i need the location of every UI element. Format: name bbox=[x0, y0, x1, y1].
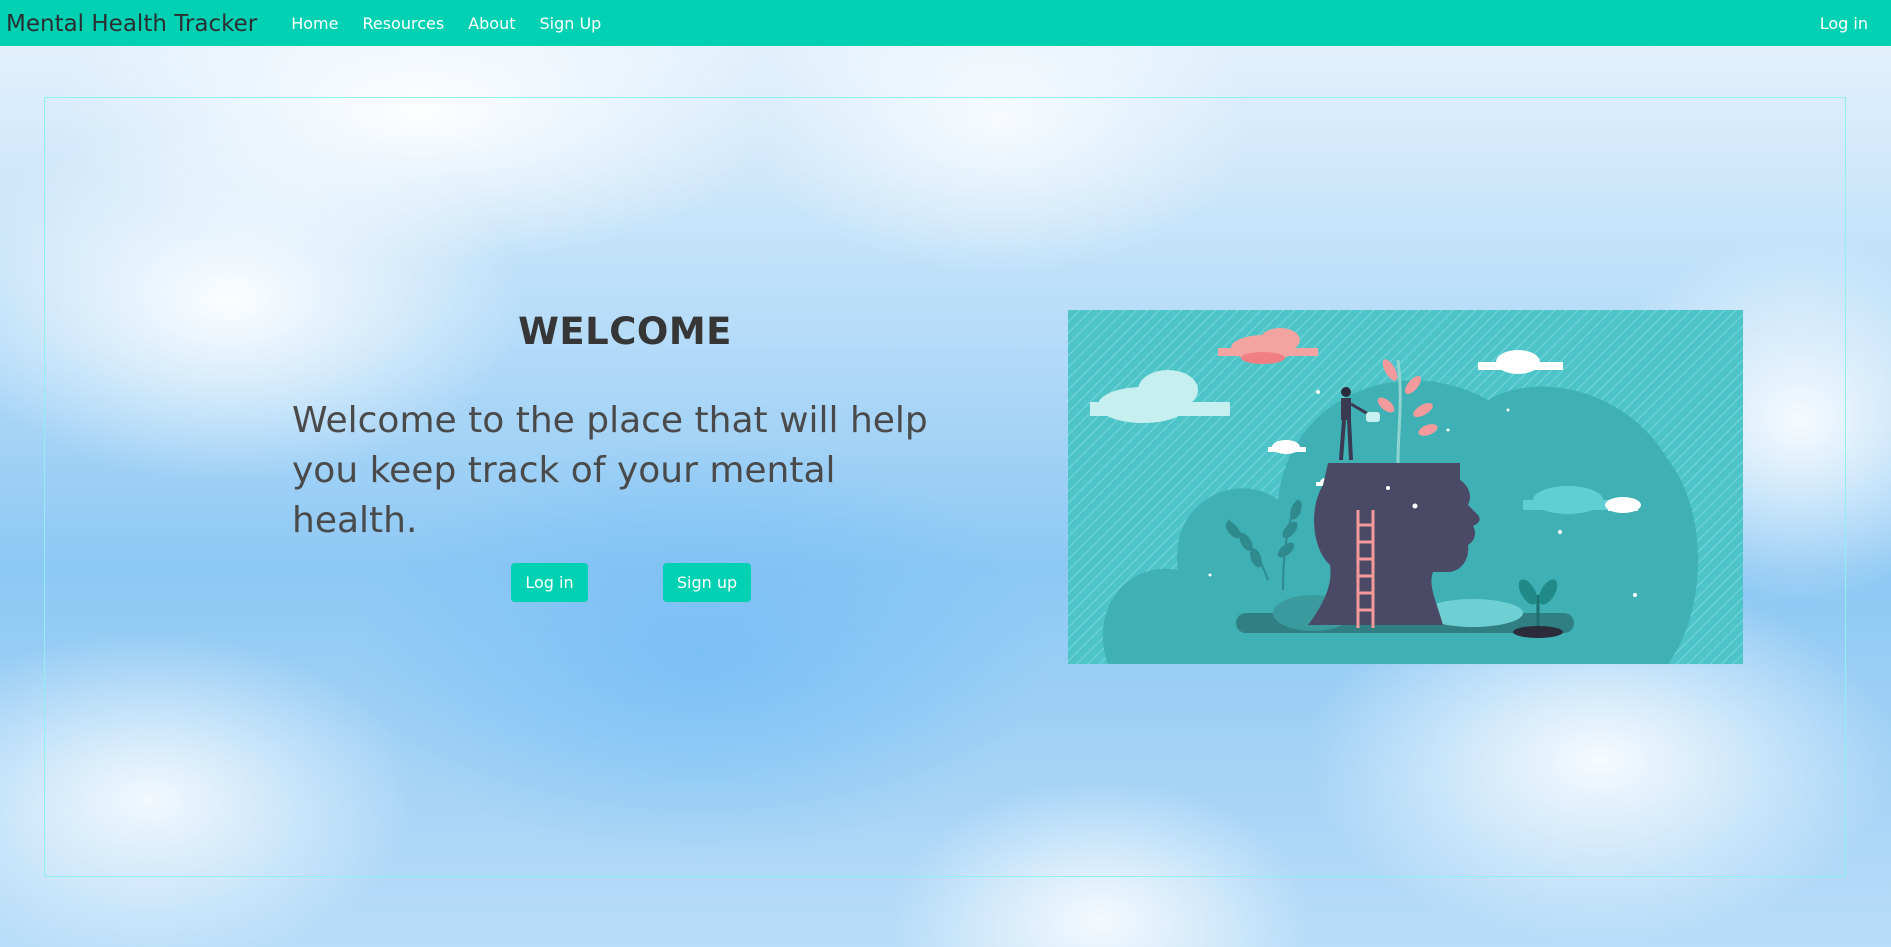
nav-login-link[interactable]: Log in bbox=[1820, 14, 1868, 33]
brand-logo[interactable]: Mental Health Tracker bbox=[6, 11, 257, 37]
nav-link-about[interactable]: About bbox=[456, 14, 527, 33]
nav-link-home[interactable]: Home bbox=[279, 14, 350, 33]
hero-text-block: WELCOME Welcome to the place that will h… bbox=[292, 310, 972, 546]
welcome-subtitle: Welcome to the place that will help you … bbox=[292, 400, 928, 541]
login-button[interactable]: Log in bbox=[511, 563, 588, 602]
nav-link-sign-up[interactable]: Sign Up bbox=[527, 14, 613, 33]
nav-link-resources[interactable]: Resources bbox=[350, 14, 456, 33]
head-plant-illustration-svg bbox=[1068, 310, 1743, 664]
signup-button[interactable]: Sign up bbox=[663, 563, 751, 602]
top-navbar: Mental Health Tracker Home Resources Abo… bbox=[0, 0, 1891, 46]
nav-links: Home Resources About Sign Up bbox=[279, 14, 613, 33]
mental-health-illustration bbox=[1068, 310, 1743, 664]
welcome-heading: WELCOME bbox=[518, 310, 732, 353]
